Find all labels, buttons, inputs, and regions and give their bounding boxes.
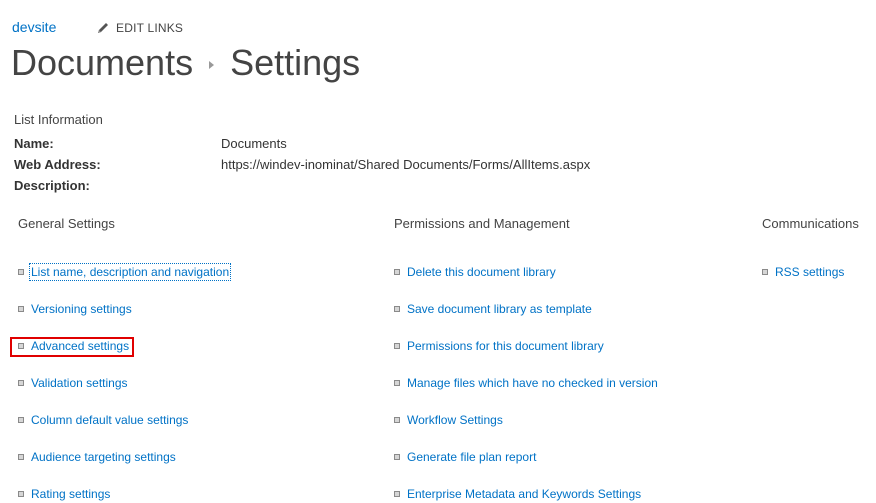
info-row-description: Description:: [14, 178, 221, 193]
page-title: Settings: [230, 42, 361, 83]
breadcrumb-root[interactable]: Documents: [11, 40, 193, 86]
column-default-value-settings-link[interactable]: Column default value settings: [31, 413, 188, 427]
delete-document-library-link[interactable]: Delete this document library: [407, 265, 556, 279]
bullet-icon: [394, 417, 400, 423]
bullet-icon: [394, 380, 400, 386]
chevron-right-icon: [209, 61, 215, 69]
workflow-settings-link[interactable]: Workflow Settings: [407, 413, 503, 427]
general-settings-heading: General Settings: [18, 216, 115, 231]
list-item: Validation settings: [18, 376, 128, 390]
bullet-icon: [394, 269, 400, 275]
info-row-name: Name: Documents: [14, 136, 287, 151]
generate-file-plan-report-link[interactable]: Generate file plan report: [407, 450, 536, 464]
settings-page: devsite EDIT LINKS Documents Settings Li…: [0, 0, 876, 503]
edit-links-button[interactable]: EDIT LINKS: [96, 21, 183, 35]
list-item: List name, description and navigation: [18, 263, 232, 281]
list-item: Workflow Settings: [394, 413, 503, 427]
permissions-management-heading: Permissions and Management: [394, 216, 570, 231]
bullet-icon: [18, 491, 24, 497]
list-item: Generate file plan report: [394, 450, 536, 464]
list-item: Versioning settings: [18, 302, 132, 316]
bullet-icon: [18, 269, 24, 275]
list-item: Delete this document library: [394, 265, 556, 279]
list-item: Manage files which have no checked in ve…: [394, 376, 658, 390]
list-item: Column default value settings: [18, 413, 188, 427]
web-address-value: https://windev-inominat/Shared Documents…: [221, 157, 591, 172]
description-label: Description:: [14, 178, 90, 193]
highlight-box: [10, 337, 134, 357]
bullet-icon: [394, 454, 400, 460]
bullet-icon: [18, 417, 24, 423]
list-name-description-navigation-link[interactable]: List name, description and navigation: [28, 263, 232, 281]
bullet-icon: [18, 380, 24, 386]
list-item: RSS settings: [762, 265, 844, 279]
list-item: Enterprise Metadata and Keywords Setting…: [394, 487, 641, 501]
validation-settings-link[interactable]: Validation settings: [31, 376, 128, 390]
list-item: Audience targeting settings: [18, 450, 176, 464]
list-item: Save document library as template: [394, 302, 592, 316]
versioning-settings-link[interactable]: Versioning settings: [31, 302, 132, 316]
bullet-icon: [394, 491, 400, 497]
web-address-label: Web Address:: [14, 157, 101, 172]
name-label: Name:: [14, 136, 54, 151]
rss-settings-link[interactable]: RSS settings: [775, 265, 844, 279]
edit-links-label: EDIT LINKS: [116, 21, 184, 35]
breadcrumb: Documents Settings: [11, 40, 360, 86]
bullet-icon: [394, 343, 400, 349]
bullet-icon: [18, 306, 24, 312]
rating-settings-link[interactable]: Rating settings: [31, 487, 110, 501]
info-row-web-address: Web Address: https://windev-inominat/Sha…: [14, 157, 590, 172]
pencil-icon: [98, 23, 108, 33]
list-information-heading: List Information: [14, 112, 103, 127]
site-link[interactable]: devsite: [12, 19, 56, 35]
bullet-icon: [762, 269, 768, 275]
name-value: Documents: [221, 136, 287, 151]
manage-unchecked-files-link[interactable]: Manage files which have no checked in ve…: [407, 376, 658, 390]
enterprise-metadata-keywords-link[interactable]: Enterprise Metadata and Keywords Setting…: [407, 487, 641, 501]
list-item: Rating settings: [18, 487, 110, 501]
library-permissions-link[interactable]: Permissions for this document library: [407, 339, 604, 353]
audience-targeting-settings-link[interactable]: Audience targeting settings: [31, 450, 176, 464]
bullet-icon: [394, 306, 400, 312]
list-item: Permissions for this document library: [394, 339, 604, 353]
bullet-icon: [18, 454, 24, 460]
save-library-as-template-link[interactable]: Save document library as template: [407, 302, 592, 316]
communications-heading: Communications: [762, 216, 859, 231]
